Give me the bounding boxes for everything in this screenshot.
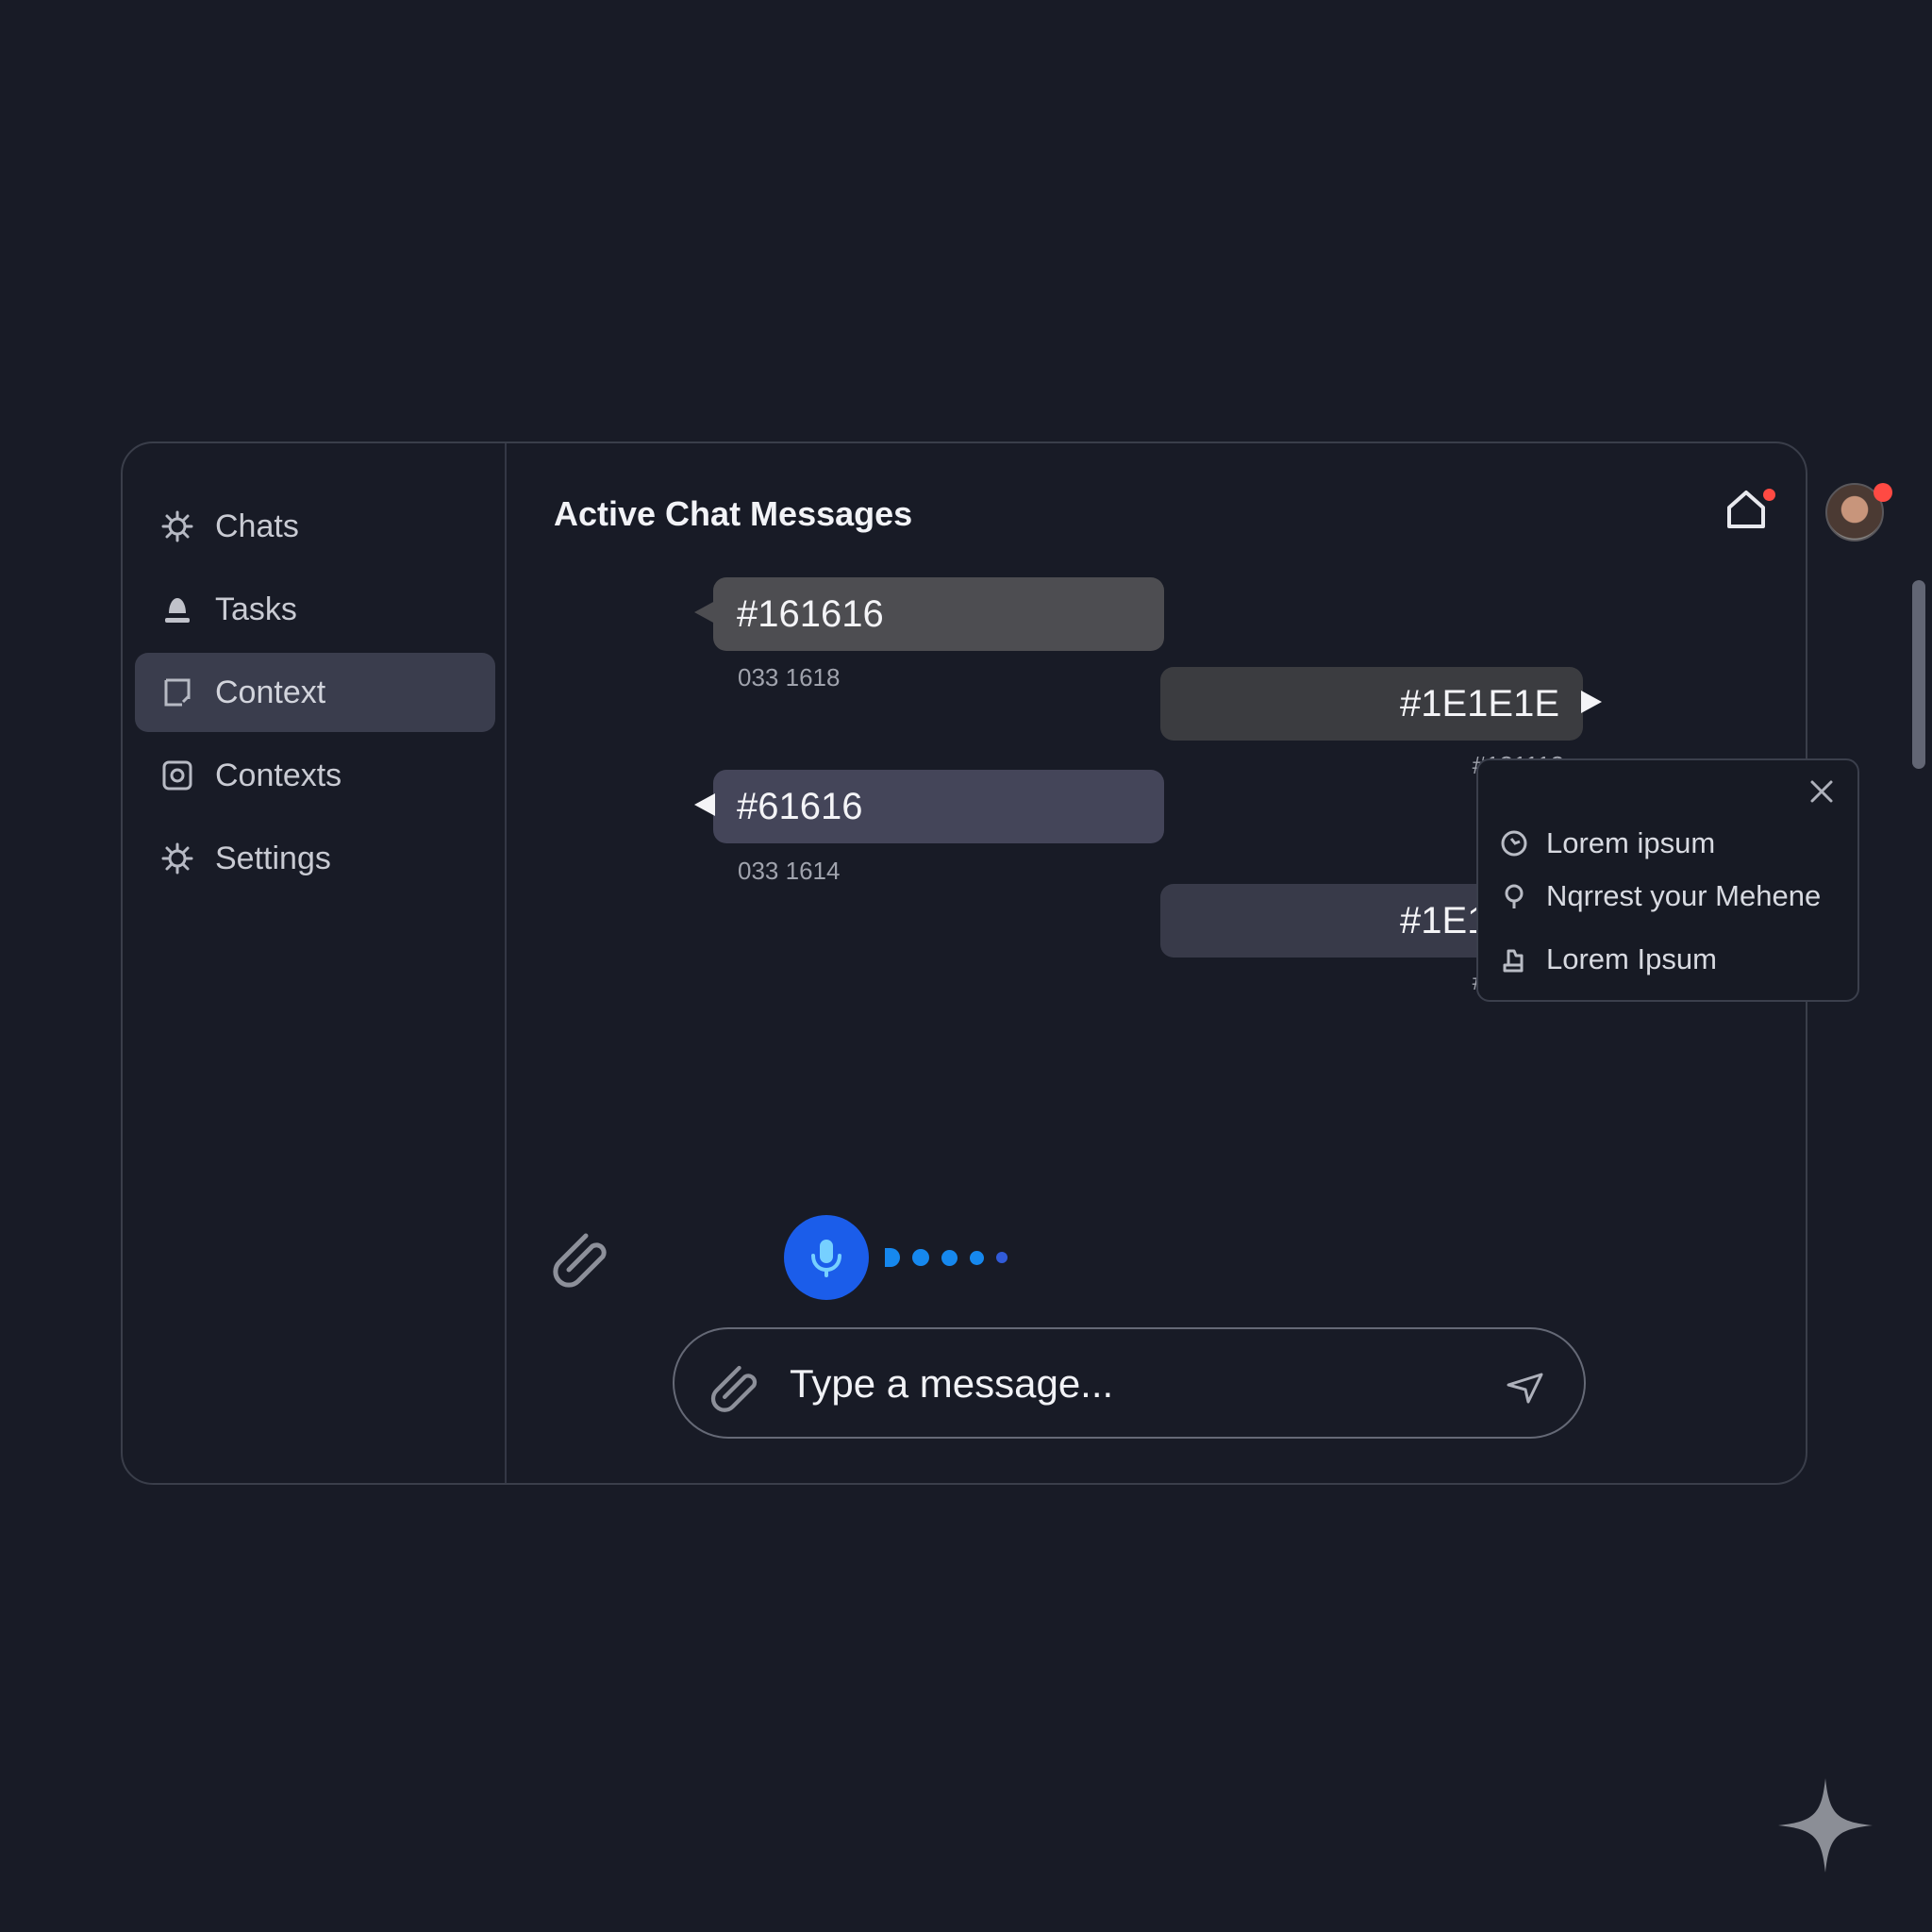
popup-item-label: Nqrrest your Mehene <box>1546 879 1822 912</box>
popup-item-lorem-ipsum[interactable]: Lorem ipsum <box>1499 826 1715 860</box>
gear-icon <box>160 841 194 875</box>
home-notification-badge <box>1763 489 1775 501</box>
sidebar-item-context[interactable]: Context <box>135 653 495 732</box>
microphone-icon <box>811 1240 841 1277</box>
sidebar-item-label: Chats <box>215 508 299 544</box>
paperclip-icon <box>553 1233 607 1288</box>
message-bubble[interactable]: #61616 <box>694 770 1164 843</box>
popup-item-label: Lorem ipsum <box>1546 826 1716 859</box>
composer-attach-button[interactable] <box>708 1357 765 1413</box>
message-meta: 033 1618 <box>738 663 841 691</box>
close-icon <box>1810 780 1833 803</box>
voice-waveform <box>885 1247 1020 1268</box>
message-bubble[interactable]: #161616 <box>694 577 1164 651</box>
popup-item-lorem-ipsum-2[interactable]: Lorem Ipsum <box>1499 942 1717 976</box>
message-text: #61616 <box>737 786 863 827</box>
message-text: #1E1E1E <box>1399 683 1559 724</box>
message-text: #161616 <box>737 593 884 635</box>
avatar-notification-badge <box>1874 483 1892 502</box>
sidebar-item-label: Settings <box>215 840 331 876</box>
hand-icon <box>1499 944 1529 974</box>
pin-icon <box>1499 881 1529 911</box>
chat-scrollbar[interactable] <box>1912 580 1925 769</box>
sidebar-item-contexts[interactable]: Contexts <box>135 736 495 815</box>
gear-icon <box>160 509 194 543</box>
popup-item-mehene[interactable]: Nqrrest your Mehene <box>1499 879 1821 913</box>
message-bubble[interactable]: #1E1E1E <box>1160 667 1602 741</box>
popup-item-label: Lorem Ipsum <box>1546 942 1717 975</box>
note-icon <box>160 675 194 709</box>
clock-icon <box>1499 828 1529 858</box>
voice-record-button[interactable] <box>784 1215 869 1300</box>
camera-icon <box>160 758 194 792</box>
sparkle-icon <box>1778 1778 1873 1873</box>
sidebar-item-tasks[interactable]: Tasks <box>135 570 495 649</box>
context-popup: Lorem ipsum Nqrrest your Mehene Lorem Ip… <box>1476 758 1859 1002</box>
attachment-button[interactable] <box>550 1223 616 1289</box>
message-composer <box>673 1327 1586 1439</box>
sidebar-item-settings[interactable]: Settings <box>135 819 495 898</box>
send-button[interactable] <box>1505 1366 1546 1407</box>
page-title: Active Chat Messages <box>554 494 913 533</box>
send-icon <box>1507 1373 1543 1404</box>
sidebar-item-chats[interactable]: Chats <box>135 487 495 566</box>
message-meta: 033 1614 <box>738 857 841 885</box>
sidebar: Chats Tasks Context Contexts Settings <box>123 443 507 1483</box>
sidebar-item-label: Tasks <box>215 591 297 627</box>
person-icon <box>160 592 194 626</box>
message-input[interactable] <box>790 1354 1450 1414</box>
sidebar-item-label: Context <box>215 674 326 710</box>
paperclip-icon <box>710 1365 758 1412</box>
sidebar-item-label: Contexts <box>215 757 342 793</box>
close-button[interactable] <box>1807 777 1836 806</box>
